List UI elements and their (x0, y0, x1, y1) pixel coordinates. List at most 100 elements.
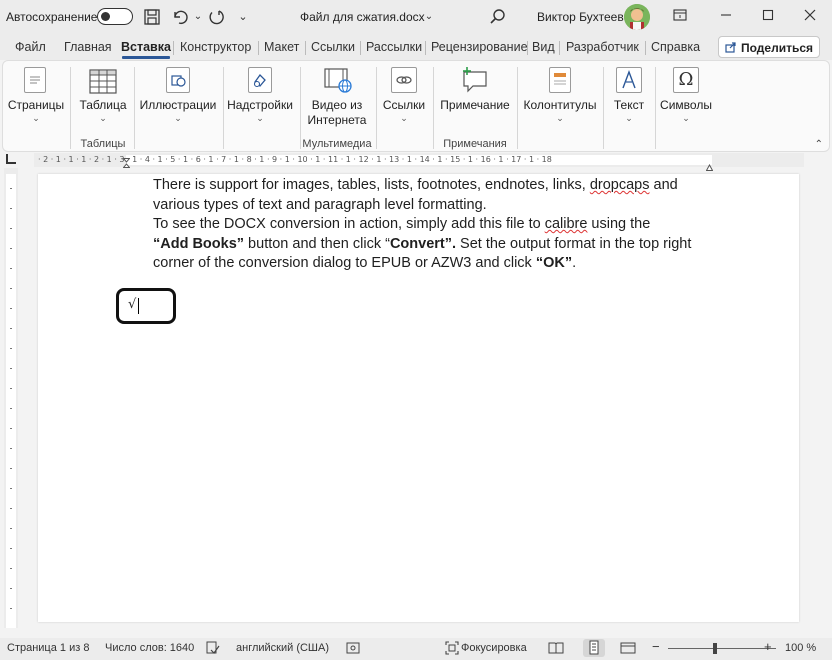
ribbon-separator (517, 67, 518, 149)
language[interactable]: английский (США) (236, 642, 329, 654)
square-root-symbol[interactable]: √ (128, 297, 136, 312)
comment-icon (461, 67, 489, 93)
tab-separator (527, 41, 528, 55)
autosave-toggle[interactable] (97, 8, 133, 25)
read-mode-icon[interactable] (548, 641, 564, 658)
ribbon-tabs: Файл Главная Вставка Конструктор Макет С… (0, 34, 832, 60)
pages-button[interactable]: Страницы ⌄ (5, 61, 67, 139)
right-indent-marker[interactable] (705, 158, 714, 171)
maximize-icon[interactable] (758, 6, 778, 26)
user-name[interactable]: Виктор Бухтеев (537, 10, 624, 24)
title-dropdown-icon[interactable]: ⌄ (420, 8, 438, 26)
chevron-down-icon: ⌄ (400, 113, 408, 123)
customize-toolbar-icon[interactable]: ⌄ (234, 8, 252, 26)
symbols-label: Символы (660, 98, 712, 112)
zoom-slider[interactable] (668, 648, 776, 649)
share-icon (725, 42, 736, 53)
tab-help[interactable]: Справка (651, 40, 700, 54)
toggle-knob (101, 11, 110, 21)
paragraph: To see the DOCX conversion in action, si… (153, 216, 692, 271)
share-button[interactable]: Поделиться (718, 36, 820, 58)
tab-selector[interactable] (6, 154, 16, 164)
pages-icon (24, 67, 46, 93)
pages-label: Страницы (7, 98, 65, 112)
chevron-down-icon: ⌄ (556, 113, 564, 123)
tab-review[interactable]: Рецензирование (431, 40, 528, 54)
header-footer-button[interactable]: Колонтитулы ⌄ (521, 61, 599, 139)
equation-highlight[interactable]: √ (116, 288, 176, 324)
ribbon-separator (376, 67, 377, 149)
document-title[interactable]: Файл для сжатия.docx (300, 10, 425, 24)
web-layout-icon[interactable] (620, 641, 636, 658)
tab-developer[interactable]: Разработчик (566, 40, 639, 54)
addins-button[interactable]: Надстройки ⌄ (227, 61, 293, 139)
proofing-icon[interactable] (206, 641, 220, 658)
chevron-down-icon: ⌄ (256, 113, 264, 123)
autosave-label: Автосохранение (6, 10, 98, 24)
video-icon (324, 67, 352, 93)
vertical-scrollbar[interactable] (818, 168, 828, 628)
addins-icon (248, 67, 272, 93)
header-footer-label: Колонтитулы (523, 98, 597, 112)
zoom-level[interactable]: 100 % (785, 642, 816, 654)
ribbon-display-icon[interactable] (670, 6, 690, 26)
illustrations-icon (166, 67, 190, 93)
tab-separator (645, 41, 646, 55)
ribbon-separator (70, 67, 71, 149)
text-label: Текст (613, 98, 645, 112)
avatar[interactable] (624, 4, 650, 30)
text-button[interactable]: Текст ⌄ (607, 61, 651, 139)
print-layout-icon[interactable] (583, 639, 605, 657)
tab-view[interactable]: Вид (532, 40, 555, 54)
chevron-down-icon: ⌄ (625, 113, 633, 123)
ribbon-separator (300, 67, 301, 149)
links-button[interactable]: Ссылки ⌄ (380, 61, 428, 139)
ribbon-separator (433, 67, 434, 149)
document-page[interactable]: There is support for images, tables, lis… (38, 174, 799, 622)
tab-file[interactable]: Файл (15, 40, 46, 54)
symbols-button[interactable]: Ω Символы ⌄ (658, 61, 714, 139)
redo-icon[interactable] (207, 8, 225, 26)
group-tables-label: Таблицы (80, 138, 126, 150)
table-button[interactable]: Таблица ⌄ (75, 61, 131, 139)
chevron-down-icon: ⌄ (174, 113, 182, 123)
tab-mailings[interactable]: Рассылки (366, 40, 422, 54)
links-icon (391, 67, 417, 93)
tab-separator (425, 41, 426, 55)
online-video-button[interactable]: Видео из Интернета (305, 61, 369, 139)
left-indent-marker[interactable] (122, 155, 131, 168)
tab-insert[interactable]: Вставка (121, 40, 171, 54)
tab-layout[interactable]: Макет (264, 40, 299, 54)
collapse-ribbon-icon[interactable]: ⌃ (815, 139, 823, 150)
tab-design[interactable]: Конструктор (180, 40, 251, 54)
table-icon (89, 67, 117, 95)
chevron-down-icon: ⌄ (682, 113, 690, 123)
group-comments-label: Примечания (443, 138, 507, 150)
minimize-icon[interactable] (716, 6, 736, 26)
close-icon[interactable] (800, 6, 820, 26)
page-count[interactable]: Страница 1 из 8 (7, 642, 89, 654)
comment-button[interactable]: Примечание (437, 61, 513, 139)
document-body[interactable]: There is support for images, tables, lis… (127, 176, 727, 274)
undo-dropdown-icon[interactable]: ⌄ (189, 8, 207, 26)
zoom-in-button[interactable]: + (764, 639, 772, 654)
tab-home[interactable]: Главная (64, 40, 112, 54)
focus-icon[interactable] (445, 641, 459, 658)
accessibility-icon[interactable] (346, 641, 360, 658)
table-label: Таблица (79, 98, 127, 112)
header-footer-icon (549, 67, 571, 93)
zoom-out-button[interactable]: − (652, 639, 660, 654)
save-icon[interactable] (143, 8, 161, 26)
vertical-ruler[interactable] (4, 168, 18, 628)
online-video-label-line2: Интернета (307, 113, 367, 127)
omega-icon: Ω (673, 67, 699, 93)
undo-icon[interactable] (171, 8, 189, 26)
tab-references[interactable]: Ссылки (311, 40, 355, 54)
search-icon[interactable] (488, 7, 508, 27)
focus-mode[interactable]: Фокусировка (461, 642, 527, 654)
zoom-slider-thumb[interactable] (713, 643, 717, 654)
illustrations-button[interactable]: Иллюстрации ⌄ (138, 61, 218, 139)
ribbon-separator (603, 67, 604, 149)
chevron-down-icon: ⌄ (99, 113, 107, 123)
word-count[interactable]: Число слов: 1640 (105, 642, 194, 654)
